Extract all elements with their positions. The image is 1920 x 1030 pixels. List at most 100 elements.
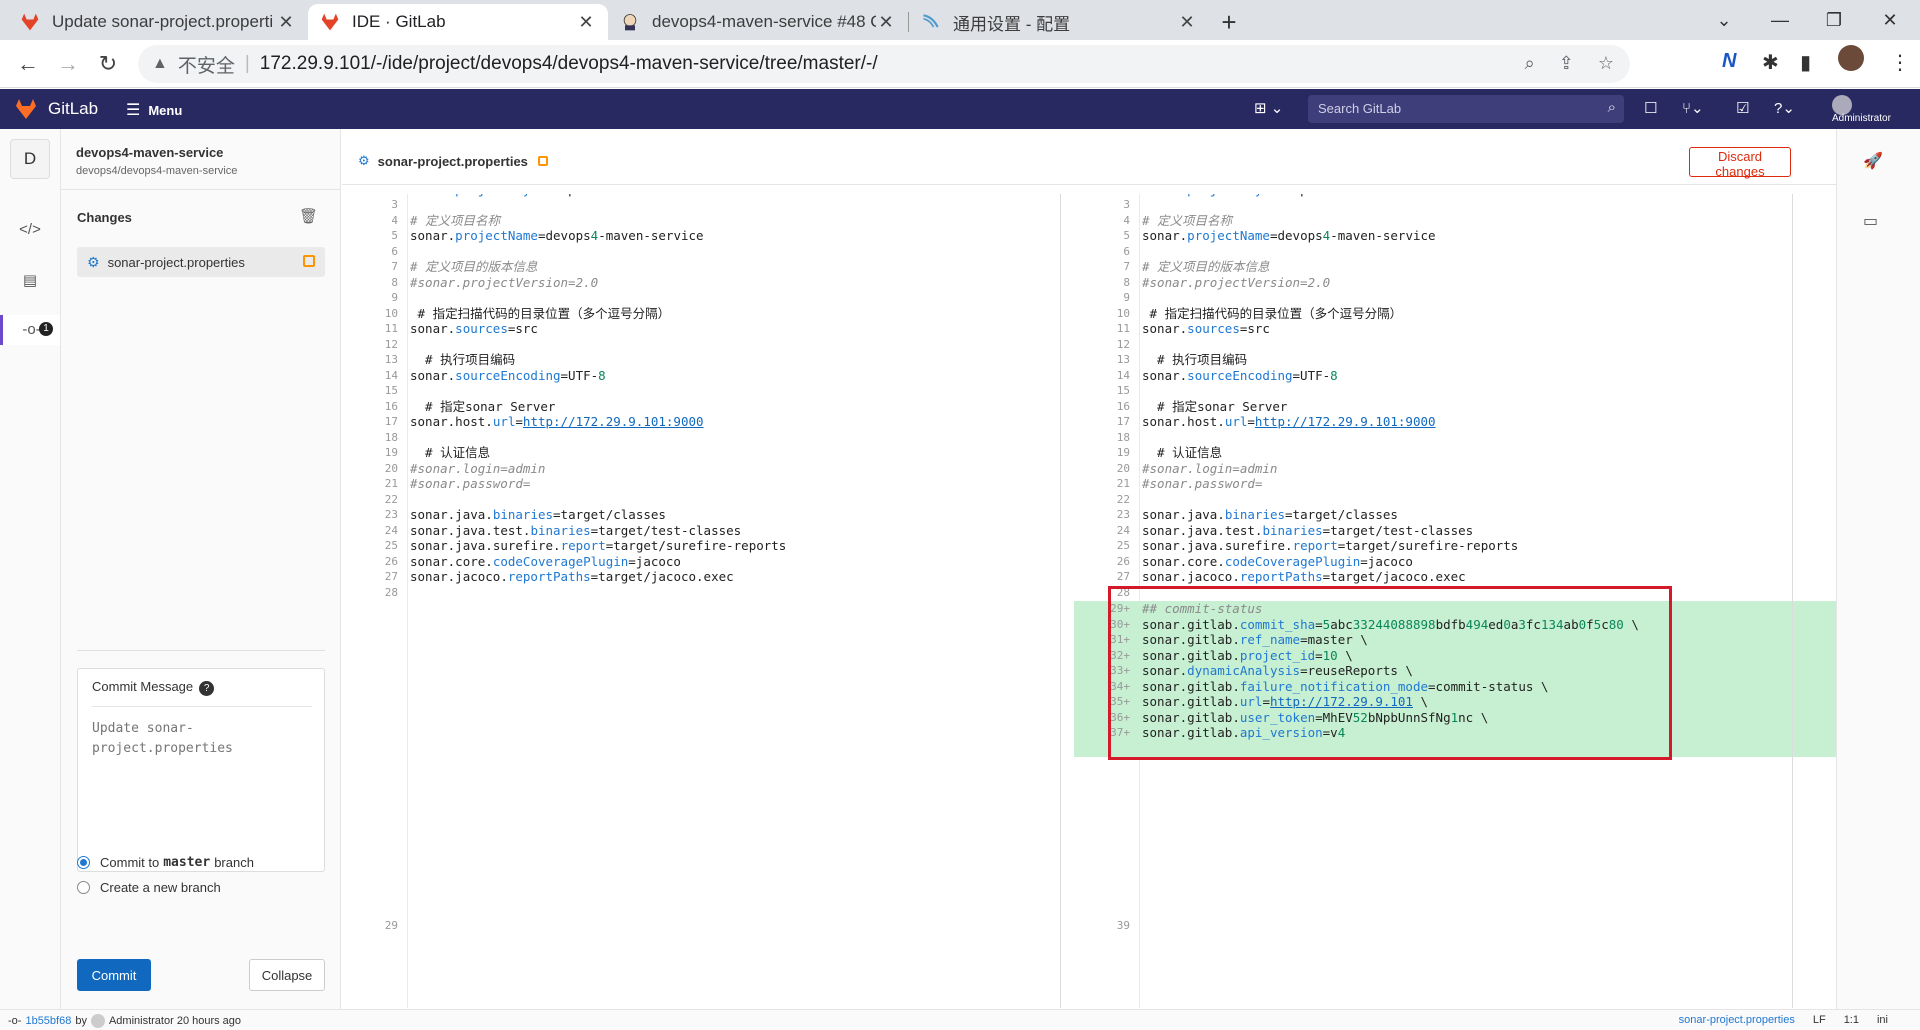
code-line[interactable]: sonar.projectName=devops4-maven-service (410, 226, 704, 245)
author-avatar (90, 1014, 105, 1028)
project-avatar[interactable]: D (10, 139, 50, 179)
editor-file-tab[interactable]: ⚙ sonar-project.properties (358, 153, 548, 169)
gear-file-icon: ⚙ (87, 253, 100, 270)
radio-selected-icon (77, 856, 90, 869)
terminal-icon[interactable]: ▭ (1863, 211, 1878, 231)
zoom-icon[interactable]: ⌕ (1525, 53, 1535, 74)
changes-heading: Changes (77, 210, 132, 225)
modified-status-icon (537, 156, 548, 166)
forward-arrow-icon[interactable]: → (50, 46, 86, 82)
code-line[interactable]: sonar.jacoco.reportPaths=target/jacoco.e… (1142, 567, 1466, 586)
bookmark-star-icon[interactable]: ☆ (1598, 53, 1614, 74)
profile-avatar-icon[interactable] (1838, 45, 1864, 71)
minimize-icon[interactable]: — (1752, 0, 1808, 40)
code-line[interactable]: sonar.sources=src (410, 319, 538, 338)
new-tab-plus-icon[interactable]: + (1209, 4, 1249, 40)
tab-search-chevron-icon[interactable]: ⌄ (1696, 0, 1752, 40)
ide-side-panel: devops4-maven-service devops4/devops4-ma… (61, 129, 341, 1009)
code-line[interactable]: sonar.projectKey=devops4-maven-service (1142, 194, 1428, 199)
code-line[interactable]: #sonar.password= (410, 474, 530, 493)
code-line[interactable]: sonar.sourceEncoding=UTF-8 (1142, 366, 1338, 385)
share-icon[interactable]: ⇪ (1559, 53, 1574, 74)
edit-code-icon[interactable]: </> (0, 221, 60, 238)
code-line[interactable]: #sonar.password= (1142, 474, 1262, 493)
back-arrow-icon[interactable]: ← (10, 46, 46, 82)
user-avatar-icon[interactable] (1832, 95, 1852, 115)
author-time: Administrator 20 hours ago (108, 1015, 242, 1027)
browser-toolbar: ← → ↻ ▲ 不安全 | 172.29.9.101/-/ide/project… (0, 40, 1920, 88)
gitlab-logo[interactable]: GitLab (14, 97, 98, 121)
line-number: 28 (384, 585, 398, 599)
issues-icon[interactable]: ☐ (1644, 99, 1657, 117)
menu-button[interactable]: ☰ Menu (126, 100, 182, 120)
side-panel-icon[interactable]: ▮ (1800, 50, 1811, 75)
search-placeholder: Search GitLab (1318, 101, 1402, 116)
merge-requests-icon[interactable]: ⑂⌄ (1682, 99, 1704, 117)
help-question-icon[interactable]: ? (199, 681, 215, 696)
sonar-icon (923, 14, 939, 28)
diff-modified-pane[interactable]: 1# 定义项目关键字2sonar.projectKey=devops4-mave… (1074, 194, 1836, 1008)
ide-right-rail: 🚀 ▭ (1836, 129, 1920, 1009)
extensions-puzzle-icon[interactable]: ✱ (1762, 50, 1779, 75)
divider (77, 650, 325, 651)
code-line[interactable]: sonar.projectName=devops4-maven-service (1142, 226, 1436, 245)
radio-commit-to-master[interactable]: Commit to master branch (77, 855, 254, 870)
tab-close-icon[interactable]: ✕ (576, 12, 596, 33)
project-path[interactable]: devops4/devops4-maven-service (76, 165, 237, 177)
tab-close-icon[interactable]: ✕ (1177, 12, 1197, 33)
editor-file-title: sonar-project.properties (377, 153, 528, 169)
tab-title: Update sonar-project.properti (52, 12, 274, 31)
code-line[interactable]: #sonar.projectVersion=2.0 (410, 273, 598, 292)
user-name: Administrator (1832, 113, 1891, 124)
commit-message-input[interactable] (90, 717, 312, 857)
tab-title: devops4-maven-service #48 C (652, 12, 876, 31)
diff-original-pane[interactable]: 1# 定义项目关键字2sonar.projectKey=devops4-mave… (342, 194, 1060, 1008)
commit-button[interactable]: Commit (77, 959, 151, 991)
changed-file-item[interactable]: ⚙ sonar-project.properties (77, 247, 325, 277)
project-name[interactable]: devops4-maven-service (76, 145, 223, 160)
tab-close-icon[interactable]: ✕ (276, 12, 296, 33)
changes-count-badge: 1 (39, 322, 53, 336)
browser-tab-4[interactable]: 通用设置 - 配置 ✕ (909, 4, 1209, 40)
code-line[interactable]: #sonar.projectVersion=2.0 (1142, 273, 1330, 292)
diff-divider[interactable] (1060, 194, 1061, 1008)
create-new-plus-icon[interactable]: ⊞ ⌄ (1254, 99, 1283, 117)
modified-status-icon (303, 255, 315, 267)
code-line[interactable]: sonar.host.url=http://172.29.9.101:9000 (1142, 412, 1436, 431)
browser-tab-1[interactable]: Update sonar-project.properti ✕ (8, 4, 308, 40)
status-file-name[interactable]: sonar-project.properties (1679, 1014, 1795, 1026)
reload-icon[interactable]: ↻ (90, 46, 126, 82)
highlight-annotation-box (1108, 586, 1672, 760)
collapse-button[interactable]: Collapse (249, 959, 325, 991)
browser-tab-3[interactable]: devops4-maven-service #48 C ✕ (608, 4, 908, 40)
status-right: sonar-project.properties LF 1:1 ini (1679, 1014, 1888, 1026)
review-clipboard-icon[interactable]: ▤ (0, 271, 60, 289)
code-line[interactable]: sonar.sources=src (1142, 319, 1270, 338)
browser-tab-2[interactable]: IDE · GitLab ✕ (308, 4, 608, 40)
todos-icon[interactable]: ☑ (1736, 99, 1749, 117)
pipelines-rocket-icon[interactable]: 🚀 (1863, 151, 1883, 171)
code-line[interactable]: sonar.jacoco.reportPaths=target/jacoco.e… (410, 567, 734, 586)
address-bar[interactable]: ▲ 不安全 | 172.29.9.101/-/ide/project/devop… (138, 45, 1630, 83)
omnibox-actions: ⌕ ⇪ ☆ (1525, 53, 1614, 74)
changed-file-name: sonar-project.properties (107, 254, 245, 270)
url-text[interactable]: 172.29.9.101/-/ide/project/devops4/devop… (260, 53, 878, 75)
code-line[interactable]: sonar.host.url=http://172.29.9.101:9000 (410, 412, 704, 431)
search-input[interactable]: Search GitLab ⌕ (1308, 95, 1624, 123)
restore-icon[interactable]: ❐ (1806, 0, 1862, 40)
discard-all-trash-icon[interactable]: 🗑 (299, 207, 318, 225)
code-line[interactable]: sonar.sourceEncoding=UTF-8 (410, 366, 606, 385)
commit-sha-link[interactable]: 1b55bf68 (25, 1015, 71, 1027)
gitlab-fox-icon (21, 13, 39, 31)
window-close-icon[interactable]: ✕ (1862, 0, 1918, 40)
warning-triangle-icon[interactable]: ▲ (152, 55, 168, 73)
divider (92, 706, 312, 707)
radio-create-new-branch[interactable]: Create a new branch (77, 880, 221, 895)
browser-menu-icon[interactable]: ⋮ (1890, 50, 1910, 75)
discard-changes-button[interactable]: Discard changes (1689, 147, 1791, 179)
code-line[interactable]: sonar.projectKey=devops4-maven-service (410, 194, 696, 199)
tab-close-icon[interactable]: ✕ (876, 12, 896, 33)
help-icon[interactable]: ?⌄ (1774, 99, 1795, 117)
gitlab-brand: GitLab (48, 99, 99, 118)
extension-n-icon[interactable]: N (1722, 50, 1736, 73)
